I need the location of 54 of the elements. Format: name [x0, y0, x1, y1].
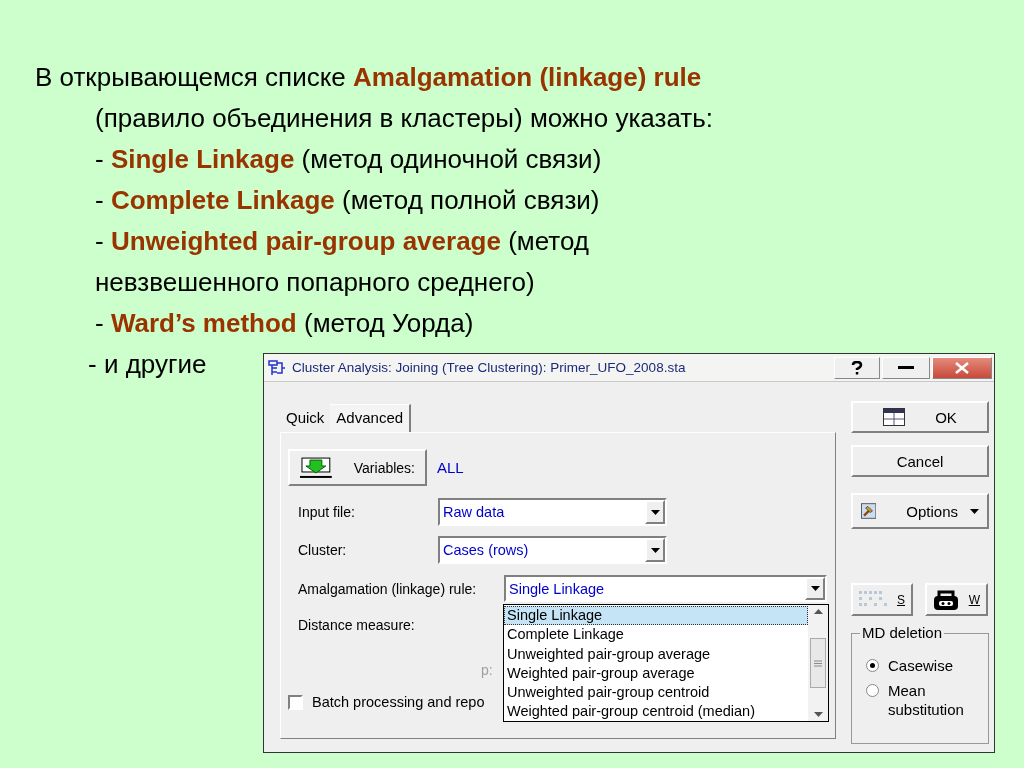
slide-text: (правило объединения в кластеры) можно указать: — [95, 102, 713, 135]
table-icon — [883, 408, 906, 426]
caret-icon — [970, 508, 979, 514]
field-label: p: — [481, 662, 493, 678]
field-label: Cluster: — [298, 542, 348, 558]
field-label: Input file: — [298, 504, 356, 520]
minimize-button[interactable] — [882, 356, 930, 379]
radio-label: Casewise — [888, 656, 955, 675]
dialog-button[interactable]: Cancel — [851, 445, 989, 477]
slide-text: - Unweighted pair-group average (метод — [95, 225, 589, 258]
close-icon — [955, 361, 969, 374]
list-option[interactable]: Single Linkage — [504, 606, 808, 626]
tool-button[interactable]: W — [925, 583, 988, 616]
dropdown-field[interactable]: Raw data — [438, 498, 667, 526]
slide-text: - Complete Linkage (метод полной связи) — [95, 184, 600, 217]
scrollbar[interactable] — [808, 605, 828, 721]
close-button[interactable] — [932, 356, 992, 379]
checkbox-label: Batch processing and repo — [312, 694, 485, 710]
slide-text: невзвешенного попарного среднего) — [95, 266, 535, 299]
variables-button[interactable]: Variables: — [288, 449, 427, 486]
scroll-down-icon[interactable] — [813, 712, 823, 717]
tab[interactable]: Advanced — [330, 404, 412, 432]
minimize-icon — [898, 366, 914, 369]
scroll-up-icon[interactable] — [813, 609, 823, 614]
dropdown-field[interactable]: Single Linkage — [504, 575, 827, 602]
app-icon — [268, 358, 286, 377]
radio-button[interactable] — [866, 684, 879, 697]
list-option[interactable]: Weighted pair-group average — [504, 663, 808, 684]
radio-button[interactable] — [866, 659, 879, 672]
list-option[interactable]: Weighted pair-group centroid (median) — [504, 702, 808, 722]
dialog-button[interactable]: Options — [851, 493, 989, 529]
slide-text: - и другие — [88, 348, 208, 381]
tab[interactable]: Quick — [280, 405, 331, 432]
hammer-icon — [861, 501, 877, 521]
variables-value: ALL — [437, 459, 464, 476]
dropdown-field[interactable]: Cases (rows) — [438, 536, 667, 564]
field-label: Amalgamation (linkage) rule: — [298, 580, 478, 597]
tool-button[interactable]: S — [851, 583, 913, 616]
radio-label: Mean substitution — [888, 681, 965, 719]
list-option[interactable]: Complete Linkage — [504, 625, 808, 645]
list-option[interactable]: Unweighted pair-group centroid — [504, 683, 808, 703]
slide-text: - Ward’s method (метод Уорда) — [95, 307, 474, 340]
field-label: Distance measure: — [298, 617, 415, 633]
help-button[interactable] — [834, 356, 880, 379]
slide-text: В открывающемся списке Amalgamation (linkage) rule — [35, 61, 702, 94]
dialog-button[interactable]: OK — [851, 401, 989, 433]
group-title: MD deletion — [860, 624, 945, 641]
window-title: Cluster Analysis: Joining (Tree Clustering): Primer_UFO_2008.sta — [292, 360, 687, 375]
list-option[interactable]: Unweighted pair-group average — [504, 644, 808, 664]
help-icon — [850, 360, 864, 375]
download-icon — [300, 456, 332, 479]
grip-icon — [814, 659, 822, 667]
slide-text: - Single Linkage (метод одиночной связи) — [95, 143, 602, 176]
checkbox[interactable] — [288, 694, 303, 710]
